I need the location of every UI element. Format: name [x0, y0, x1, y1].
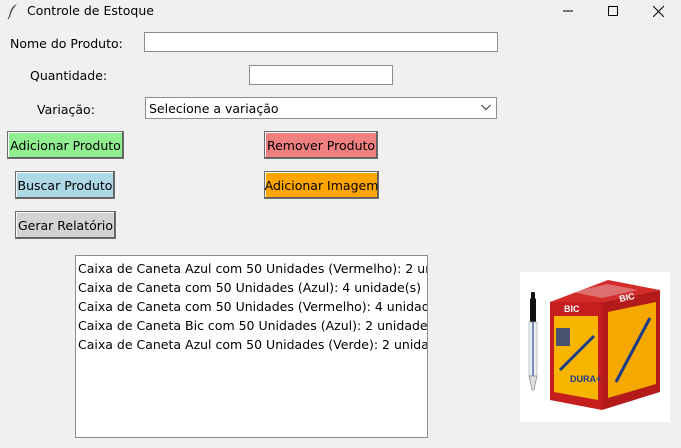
close-icon	[652, 5, 664, 17]
minimize-button[interactable]	[545, 0, 591, 22]
variation-select-value: Selecione a variação	[149, 101, 279, 116]
list-item[interactable]: Caixa de Caneta Azul com 50 Unidades (Ve…	[76, 335, 427, 354]
list-item[interactable]: Caixa de Caneta Bic com 50 Unidades (Azu…	[76, 316, 427, 335]
brand-text: BIC	[564, 304, 580, 314]
close-button[interactable]	[635, 0, 681, 22]
chevron-down-icon	[481, 104, 491, 111]
list-item[interactable]: Caixa de Caneta com 50 Unidades (Vermelh…	[76, 297, 427, 316]
quantity-label: Quantidade:	[30, 68, 108, 83]
product-image: BIC BIC DURA+	[520, 272, 670, 422]
maximize-icon	[608, 6, 618, 16]
search-product-button[interactable]: Buscar Produto	[15, 171, 115, 199]
pen-graphic	[528, 292, 538, 391]
remove-product-button[interactable]: Remover Produto	[264, 131, 378, 159]
list-item[interactable]: Caixa de Caneta Azul com 50 Unidades (Ve…	[76, 259, 427, 278]
list-item[interactable]: Caixa de Caneta com 50 Unidades (Azul): …	[76, 278, 427, 297]
variation-select[interactable]: Selecione a variação	[145, 97, 497, 119]
window-title: Controle de Estoque	[27, 3, 154, 18]
model-text: DURA+	[570, 374, 601, 384]
product-name-input[interactable]	[144, 32, 498, 52]
title-bar: Controle de Estoque	[0, 0, 681, 22]
add-image-button[interactable]: Adicionar Imagem	[264, 171, 379, 199]
product-list[interactable]: Caixa de Caneta Azul com 50 Unidades (Ve…	[75, 255, 428, 438]
quantity-input[interactable]	[249, 65, 393, 85]
product-image-art: BIC BIC DURA+	[528, 280, 660, 410]
product-name-label: Nome do Produto:	[10, 36, 123, 51]
feather-icon	[7, 4, 17, 19]
add-product-button[interactable]: Adicionar Produto	[7, 131, 124, 159]
generate-report-button[interactable]: Gerar Relatório	[15, 211, 116, 239]
maximize-button[interactable]	[590, 0, 636, 22]
variation-label: Variação:	[37, 102, 95, 117]
minimize-icon	[563, 10, 573, 12]
